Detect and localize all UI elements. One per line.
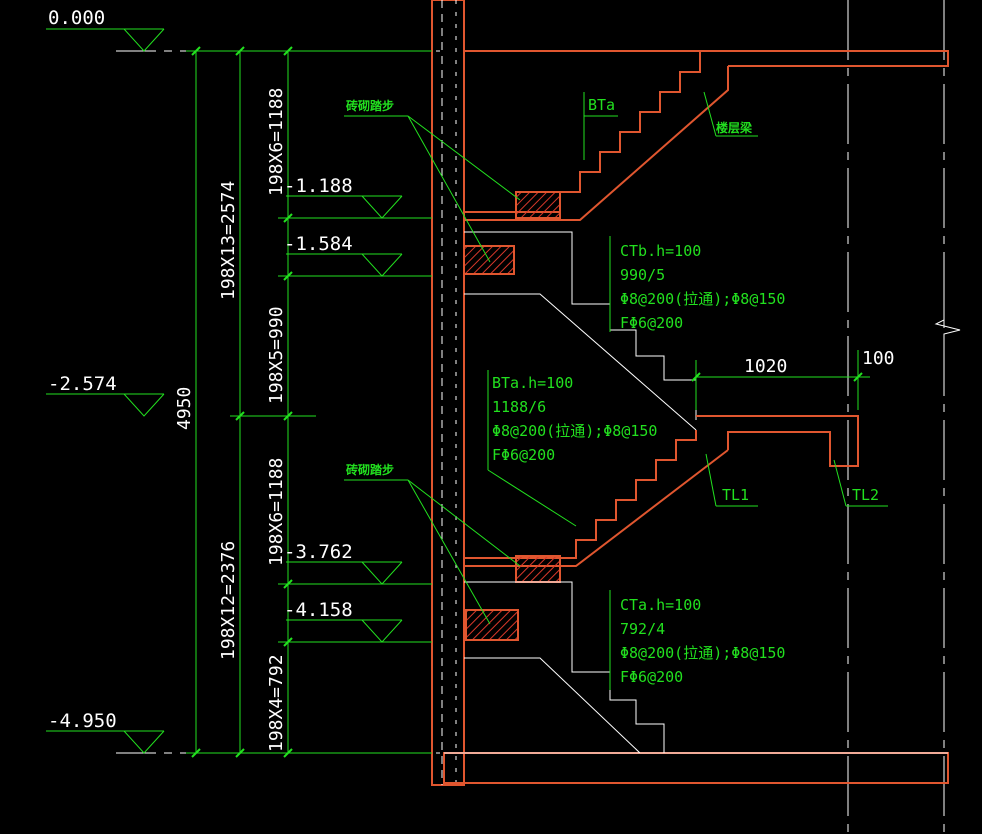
stair-section-drawing: 0.000 -1.188 -1.584 -2.574 -3.762 -4.158…: [46, 0, 961, 834]
elevation-label-2: -1.584: [284, 233, 353, 255]
note-cta-line-1: CTa.h=100: [620, 596, 701, 614]
elevation-label-4: -3.762: [284, 541, 353, 563]
floor-beam-label: 楼层梁: [716, 120, 752, 135]
elevation-label-0: 0.000: [48, 7, 105, 29]
note-bta-line-4: FΦ6@200: [492, 446, 555, 464]
note-ctb-line-2: 990/5: [620, 266, 665, 284]
tl1-label: TL1: [722, 486, 749, 504]
bta-top-label: BTa: [588, 96, 615, 114]
note-cta-line-2: 792/4: [620, 620, 665, 638]
brick-step-label-lower: 砖砌踏步: [346, 462, 394, 477]
elevation-label-1: -1.188: [284, 175, 353, 197]
dimension-total: 4950: [174, 387, 195, 430]
dimension-lower: 198X12=2376: [218, 541, 239, 660]
dimension-seg-2: 198X5=990: [266, 306, 287, 404]
dimension-beam: 100: [862, 348, 895, 369]
note-bta-line-2: 1188/6: [492, 398, 546, 416]
ground-slab: [443, 752, 949, 784]
top-floor-slab: [464, 50, 949, 67]
elevation-label-3: -2.574: [48, 373, 117, 395]
note-bta-line-1: BTa.h=100: [492, 374, 573, 392]
leader-lines: [344, 91, 888, 690]
tl2-label: TL2: [852, 486, 879, 504]
dimension-seg-4: 198X4=792: [266, 654, 287, 752]
note-bta-line-3: Φ8@200(拉通);Φ8@150: [492, 422, 657, 440]
note-cta-line-3: Φ8@200(拉通);Φ8@150: [620, 644, 785, 662]
dimension-landing: 1020: [744, 356, 787, 377]
dimension-seg-3: 198X6=1188: [266, 458, 287, 566]
note-ctb-line-1: CTb.h=100: [620, 242, 701, 260]
elevation-label-5: -4.158: [284, 599, 353, 621]
note-ctb: CTb.h=100 990/5 Φ8@200(拉通);Φ8@150 FΦ6@20…: [620, 242, 785, 332]
dimension-upper: 198X13=2574: [218, 181, 239, 300]
dimension-seg-1: 198X6=1188: [266, 88, 287, 196]
note-bta: BTa.h=100 1188/6 Φ8@200(拉通);Φ8@150 FΦ6@2…: [492, 374, 657, 464]
cad-canvas[interactable]: 0.000 -1.188 -1.584 -2.574 -3.762 -4.158…: [0, 0, 982, 834]
note-cta: CTa.h=100 792/4 Φ8@200(拉通);Φ8@150 FΦ6@20…: [620, 596, 785, 686]
upper-flight: [464, 51, 729, 221]
elevation-label-6: -4.950: [48, 710, 117, 732]
note-cta-line-4: FΦ6@200: [620, 668, 683, 686]
note-ctb-line-4: FΦ6@200: [620, 314, 683, 332]
brick-step-label-upper: 砖砌踏步: [346, 98, 394, 113]
note-ctb-line-3: Φ8@200(拉通);Φ8@150: [620, 290, 785, 308]
left-wall: [431, 0, 465, 786]
upper-landing: [463, 191, 697, 431]
